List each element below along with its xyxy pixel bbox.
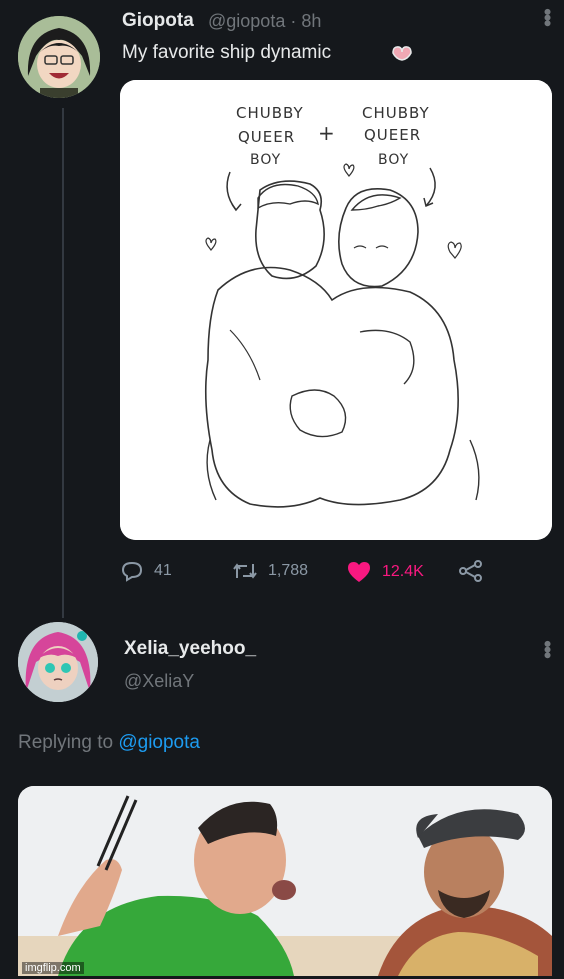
tweet-handle-time[interactable]: @giopota · 8h	[208, 11, 321, 32]
giopota-avatar[interactable]	[18, 16, 100, 98]
image-label-right-2: QUEER	[364, 126, 421, 144]
reply-icon	[121, 561, 143, 582]
image-label-right-3: BOY	[378, 152, 409, 168]
image-label-left-1: CHUBBY	[236, 104, 304, 122]
reply-author-handle[interactable]: @XeliaY	[124, 671, 194, 692]
image-label-left-3: BOY	[250, 152, 281, 168]
tweet-text: My favorite ship dynamic	[122, 42, 332, 63]
like-count: 12.4K	[382, 563, 424, 580]
tweet-image[interactable]: CHUBBY QUEER BOY + CHUBBY QUEER BOY	[120, 80, 552, 540]
replying-to-label: Replying to	[18, 732, 114, 753]
replying-to-mention-link[interactable]: @giopota	[118, 732, 200, 753]
tweet-author-name[interactable]: Giopota	[122, 10, 194, 32]
retweet-count: 1,788	[268, 562, 309, 579]
reply-author-name[interactable]: Xelia_yeehoo_	[124, 638, 256, 660]
heart-hands-icon	[392, 46, 412, 61]
retweet-button[interactable]: 1,788	[232, 560, 308, 582]
xelia-avatar[interactable]	[18, 622, 98, 702]
like-button[interactable]: 12.4K	[346, 560, 424, 584]
watermark: imgflip.com	[22, 962, 84, 974]
image-label-left-2: QUEER	[238, 128, 295, 146]
share-icon	[459, 560, 482, 582]
heart-icon	[348, 562, 370, 582]
share-button[interactable]	[458, 560, 484, 582]
reply-count: 41	[154, 562, 172, 579]
retweet-icon	[233, 563, 257, 579]
image-label-plus: +	[318, 121, 335, 145]
tweet-actions-bar: 41 1,788 12.4K	[120, 560, 550, 588]
replying-to-line: Replying to @giopota	[18, 732, 200, 754]
thread-connector-line	[62, 108, 64, 618]
reply-image[interactable]: imgflip.com	[18, 786, 552, 976]
more-options-icon[interactable]: •••	[534, 8, 560, 25]
reply-button[interactable]: 41	[120, 560, 172, 582]
more-options-icon[interactable]: •••	[534, 640, 560, 657]
image-label-right-1: CHUBBY	[362, 104, 430, 122]
